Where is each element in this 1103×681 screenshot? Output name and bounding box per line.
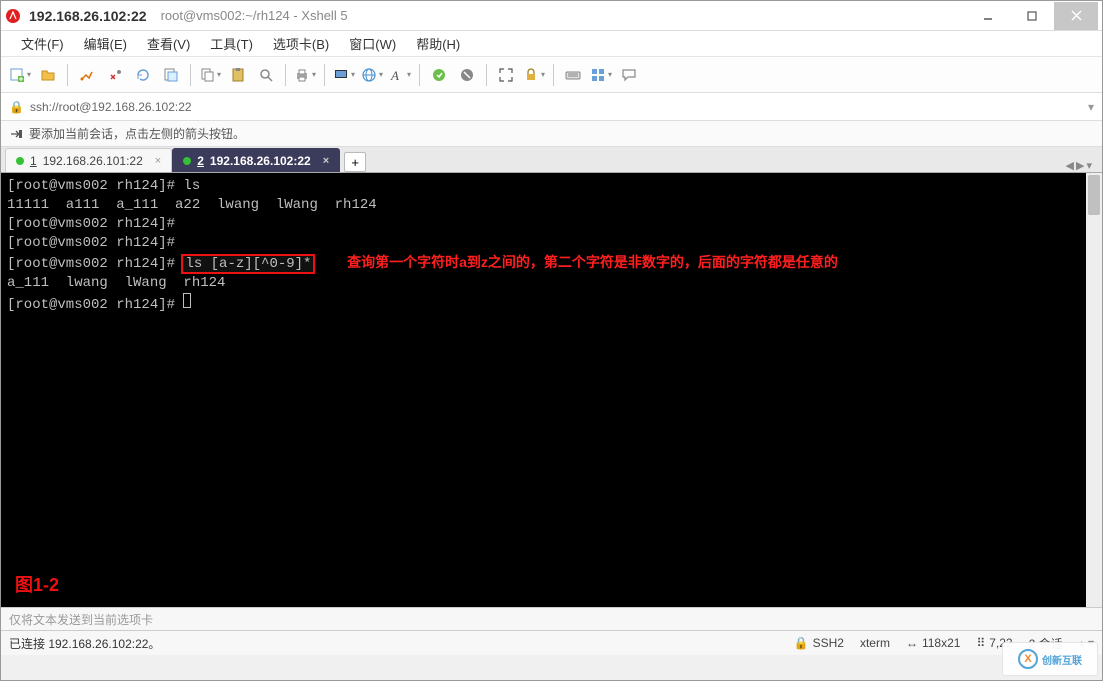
title-bar: 192.168.26.102:22 root@vms002:~/rh124 - …: [1, 1, 1102, 31]
find-icon[interactable]: [253, 62, 279, 88]
window-title-ip: 192.168.26.102:22: [29, 8, 147, 24]
menu-window[interactable]: 窗口(W): [341, 32, 404, 55]
toolbar-sep: [190, 64, 191, 86]
menu-tools[interactable]: 工具(T): [202, 32, 261, 55]
keyboard-icon[interactable]: [560, 62, 586, 88]
close-button[interactable]: [1054, 2, 1098, 30]
tab-label: 192.168.26.101:22: [43, 154, 143, 168]
cursor-icon: [183, 293, 191, 308]
status-ssh: 🔒 SSH2: [794, 636, 844, 650]
tab-label: 192.168.26.102:22: [210, 154, 311, 168]
tab-close-icon[interactable]: ×: [155, 155, 161, 167]
reconnect-icon[interactable]: [130, 62, 156, 88]
tab-menu-icon[interactable]: ▾: [1086, 159, 1092, 172]
terminal-line: 11111 a111 a_111 a22 lwang lWang rh124: [7, 197, 377, 213]
highlighted-command: ls [a-z][^0-9]*: [183, 256, 313, 272]
arrow-add-icon[interactable]: [9, 127, 23, 141]
status-dot-icon: [183, 157, 191, 165]
toolbar-sep: [324, 64, 325, 86]
status-dot-icon: [16, 157, 24, 165]
properties-icon[interactable]: [158, 62, 184, 88]
terminal-line: [root@vms002 rh124]#: [7, 256, 183, 272]
menu-bar: 文件(F) 编辑(E) 查看(V) 工具(T) 选项卡(B) 窗口(W) 帮助(…: [1, 31, 1102, 57]
color-icon[interactable]: [426, 62, 452, 88]
menu-edit[interactable]: 编辑(E): [76, 32, 135, 55]
tab-session-2[interactable]: 2 192.168.26.102:22 ×: [172, 148, 340, 172]
watermark: X 创新互联: [1002, 642, 1098, 676]
tab-nav: ◀ ▶ ▾: [1066, 159, 1098, 172]
menu-view[interactable]: 查看(V): [139, 32, 198, 55]
hint-bar: 要添加当前会话，点击左侧的箭头按钮。: [1, 121, 1102, 147]
terminal[interactable]: [root@vms002 rh124]# ls 11111 a111 a_111…: [1, 173, 1102, 607]
tile-icon[interactable]: [588, 62, 614, 88]
status-size: ↔ 118x21: [906, 636, 960, 650]
terminal-content[interactable]: [root@vms002 rh124]# ls 11111 a111 a_111…: [1, 173, 1102, 319]
tab-bar: 1 192.168.26.101:22 × 2 192.168.26.102:2…: [1, 147, 1102, 173]
copy-icon[interactable]: [197, 62, 223, 88]
tab-session-1[interactable]: 1 192.168.26.101:22 ×: [5, 148, 172, 172]
app-icon: [5, 8, 21, 24]
toolbar-sep: [553, 64, 554, 86]
lock-tiny-icon: 🔒: [794, 636, 809, 650]
maximize-button[interactable]: [1010, 2, 1054, 30]
menu-help[interactable]: 帮助(H): [408, 32, 468, 55]
window-title-full: root@vms002:~/rh124 - Xshell 5: [161, 8, 348, 23]
status-size-label: 118x21: [922, 636, 960, 650]
scrollbar[interactable]: [1086, 173, 1102, 607]
status-bar: 已连接 192.168.26.102:22。 🔒 SSH2 xterm ↔ 118x…: [1, 631, 1102, 655]
tab-num: 2: [197, 154, 204, 168]
minimize-button[interactable]: [966, 2, 1010, 30]
open-icon[interactable]: [35, 62, 61, 88]
fullscreen-icon[interactable]: [493, 62, 519, 88]
terminal-line: [root@vms002 rh124]#: [7, 216, 175, 232]
web-icon[interactable]: [359, 62, 385, 88]
terminal-line: [root@vms002 rh124]#: [7, 235, 175, 251]
hint-text: 要添加当前会话，点击左侧的箭头按钮。: [29, 125, 245, 142]
address-url[interactable]: ssh://root@192.168.26.102:22: [30, 100, 192, 114]
connect-icon[interactable]: [74, 62, 100, 88]
status-term: xterm: [860, 636, 890, 650]
compose-bar[interactable]: 仅将文本发送到当前选项卡: [1, 607, 1102, 631]
address-bar: 🔒 ssh://root@192.168.26.102:22 ▾: [1, 93, 1102, 121]
toolbar-sep: [67, 64, 68, 86]
resize-icon: ↔: [906, 636, 918, 650]
toolbar: A: [1, 57, 1102, 93]
terminal-line: [root@vms002 rh124]# ls: [7, 178, 200, 194]
svg-text:A: A: [390, 68, 399, 83]
tab-num: 1: [30, 154, 37, 168]
lock-small-icon: 🔒: [9, 100, 24, 114]
status-connection: 已连接 192.168.26.102:22。: [9, 635, 160, 652]
disconnect-icon[interactable]: [102, 62, 128, 88]
toolbar-sep: [486, 64, 487, 86]
status-ssh-label: SSH2: [813, 636, 844, 650]
paste-icon[interactable]: [225, 62, 251, 88]
highlight-icon[interactable]: [454, 62, 480, 88]
address-dropdown-icon[interactable]: ▾: [1088, 100, 1094, 114]
print-icon[interactable]: [292, 62, 318, 88]
chat-icon[interactable]: [616, 62, 642, 88]
menu-file[interactable]: 文件(F): [13, 32, 72, 55]
tab-next-icon[interactable]: ▶: [1076, 159, 1084, 172]
toolbar-sep: [419, 64, 420, 86]
new-session-icon[interactable]: [7, 62, 33, 88]
tab-prev-icon[interactable]: ◀: [1066, 159, 1074, 172]
menu-tabs[interactable]: 选项卡(B): [265, 32, 337, 55]
toolbar-sep: [285, 64, 286, 86]
tab-close-icon[interactable]: ×: [323, 155, 329, 167]
watermark-text: 创新互联: [1042, 652, 1082, 667]
figure-label: 图1-2: [15, 576, 59, 595]
terminal-line: a_111 lwang lWang rh124: [7, 275, 225, 291]
compose-placeholder: 仅将文本发送到当前选项卡: [9, 611, 153, 628]
font-icon[interactable]: A: [387, 62, 413, 88]
cursor-pos-icon: ⠿: [976, 636, 985, 650]
add-tab-button[interactable]: +: [344, 152, 366, 172]
scrollbar-thumb[interactable]: [1088, 175, 1100, 215]
watermark-logo-icon: X: [1018, 649, 1038, 669]
terminal-line: [root@vms002 rh124]#: [7, 297, 183, 313]
transfer-icon[interactable]: [331, 62, 357, 88]
lock-icon[interactable]: [521, 62, 547, 88]
annotation-text: 查询第一个字符时a到z之间的，第二个字符是非数字的，后面的字符都是任意的: [347, 254, 838, 270]
